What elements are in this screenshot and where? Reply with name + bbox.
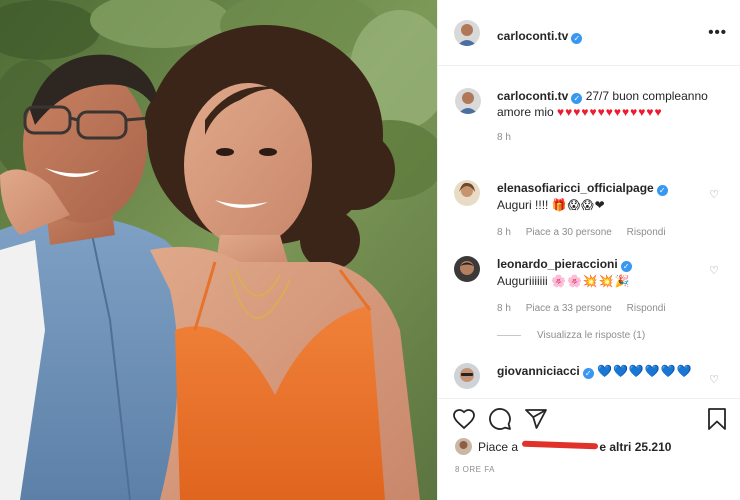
author-avatar[interactable] [454,20,480,46]
post-header: carloconti.tv ✓ ••• [438,0,740,66]
comment-text: Auguri !!!! [497,198,549,212]
comment-bubble-svg [489,408,511,430]
caption-meta: 8 h [497,130,727,146]
caption-emojis: ♥♥♥♥♥♥♥♥♥♥♥♥♥ [557,105,663,119]
share-paper-plane-icon[interactable] [524,407,548,436]
like-heart-svg [453,409,475,430]
comment-like-heart-icon[interactable]: ♡ [709,188,719,201]
post-photo[interactable] [0,0,437,500]
comment-emojis: 🌸🌸💥💥🎉 [551,274,631,288]
comment-likes-count[interactable]: Piace a 33 persone [526,303,612,314]
post-sidebar: carloconti.tv ✓ ••• carloconti.tv ✓ 27/7 b… [437,0,740,500]
liker-avatar-image [455,438,472,455]
likes-prefix: Piace a [478,440,519,454]
commenter-avatar[interactable] [454,180,480,206]
comment-emojis: 🎁😱😱❤ [551,198,606,212]
comment-username[interactable]: leonardo_pieraccioni [497,257,618,271]
commenter-avatar-image [454,363,480,389]
likes-count[interactable]: e altri 25.210 [599,440,671,454]
like-heart-icon[interactable] [452,407,476,436]
post-actions: Piace a e altri 25.210 8 ORE FA [438,398,740,500]
comment-emojis: 💙💙💙💙💙💙 [597,364,693,378]
view-replies-button[interactable]: Visualizza le risposte (1) [497,330,645,341]
caption-avatar[interactable] [455,88,481,114]
caption-username[interactable]: carloconti.tv [497,89,568,103]
comment-time[interactable]: 8 h [497,303,511,314]
view-replies-line [497,334,521,336]
caption-avatar-image [455,88,481,114]
comment-likes-count[interactable]: Piace a 30 persone [526,227,612,238]
comment-username[interactable]: giovanniciacci [497,364,580,378]
reply-button[interactable]: Rispondi [627,303,666,314]
bookmark-icon[interactable] [705,407,729,436]
author-name-row: carloconti.tv ✓ [497,27,583,45]
comment-body: leonardo_pieraccioni ✓ Auguriiiiiii 🌸🌸💥💥🎉… [497,256,697,317]
comment-text: Auguriiiiiii [497,274,548,288]
post-timestamp[interactable]: 8 ORE FA [455,465,495,474]
comment-meta: 8 h Piace a 30 persone Rispondi [497,224,697,241]
view-replies-label: Visualizza le risposte (1) [537,330,646,341]
likes-summary[interactable]: Piace a e altri 25.210 [455,438,671,455]
comment-bubble-icon[interactable] [488,407,512,436]
comment-meta: 8 h Piace a 33 persone Rispondi [497,300,697,317]
comment-body: elenasofiaricci_officialpage ✓ Auguri !!!… [497,180,697,241]
comment-like-heart-icon[interactable]: ♡ [709,264,719,277]
comment-username[interactable]: elenasofiaricci_officialpage [497,181,654,195]
commenter-avatar-image [454,256,480,282]
author-avatar-image [454,20,480,46]
bookmark-svg [708,408,726,430]
verified-icon: ✓ [582,368,594,379]
caption-text-block: carloconti.tv ✓ 27/7 buon compleanno amor… [497,88,727,146]
redacted-username-mark [522,440,599,450]
caption-time[interactable]: 8 h [497,132,511,143]
reply-button[interactable]: Rispondi [627,227,666,238]
comment-body: giovanniciacci ✓ 💙💙💙💙💙💙 [497,363,727,380]
verified-icon: ✓ [571,93,583,104]
share-svg [525,409,547,429]
verified-icon: ✓ [620,261,632,272]
commenter-avatar[interactable] [454,363,480,389]
liker-avatar [455,438,472,455]
comment-like-heart-icon[interactable]: ♡ [709,373,719,386]
more-options-icon[interactable]: ••• [708,24,727,41]
photo-image [0,0,437,500]
verified-icon: ✓ [571,33,583,44]
comment-time[interactable]: 8 h [497,227,511,238]
comments-list[interactable]: carloconti.tv ✓ 27/7 buon compleanno amor… [438,66,740,398]
verified-icon: ✓ [656,185,668,196]
author-username[interactable]: carloconti.tv [497,29,568,43]
commenter-avatar-image [454,180,480,206]
commenter-avatar[interactable] [454,256,480,282]
